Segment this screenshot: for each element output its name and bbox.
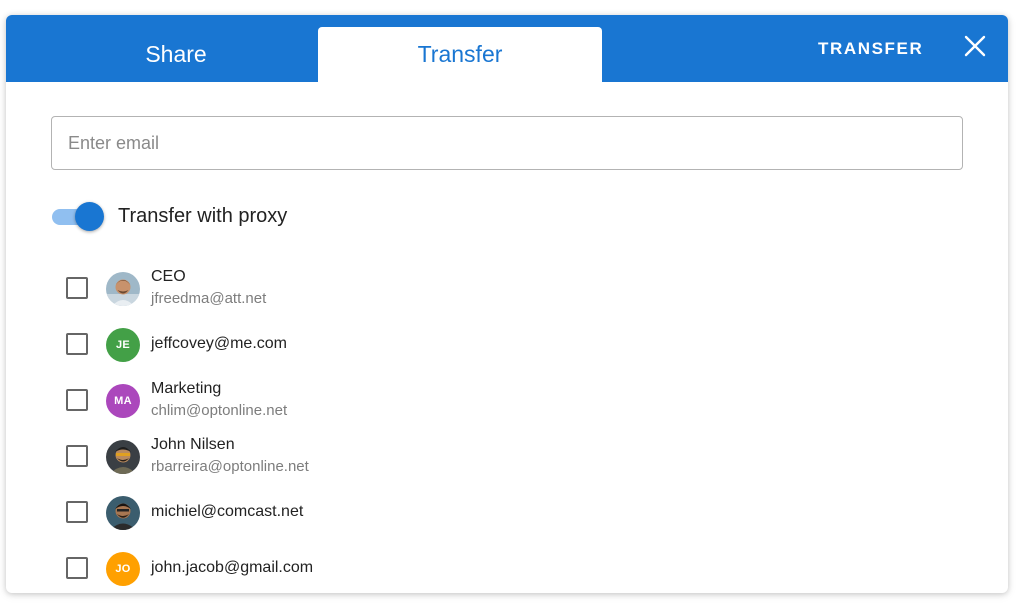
avatar: [106, 272, 140, 306]
avatar: MA: [106, 384, 140, 418]
close-icon: [964, 35, 986, 57]
contact-checkbox[interactable]: [66, 389, 88, 411]
contact-text: John Nilsen rbarreira@optonline.net: [151, 435, 309, 477]
person-photo-icon: [106, 440, 140, 474]
contact-checkbox[interactable]: [66, 557, 88, 579]
contact-text: john.jacob@gmail.com: [151, 558, 313, 578]
proxy-toggle-label: Transfer with proxy: [118, 204, 288, 227]
contact-list: CEO jfreedma@att.net JE jeffcovey@me.com…: [6, 258, 1008, 593]
tab-share[interactable]: Share: [34, 27, 318, 82]
contact-text: jeffcovey@me.com: [151, 334, 287, 354]
contact-checkbox[interactable]: [66, 333, 88, 355]
person-photo-icon: [106, 496, 140, 530]
close-button[interactable]: [960, 31, 990, 61]
contact-checkbox[interactable]: [66, 445, 88, 467]
contact-row[interactable]: JO john.jacob@gmail.com: [6, 538, 1008, 593]
proxy-toggle[interactable]: [51, 200, 105, 232]
transfer-dialog: Share Transfer TRANSFER Transfer with pr…: [6, 15, 1008, 593]
contact-row[interactable]: MA Marketing chlim@optonline.net: [6, 370, 1008, 426]
contact-email: michiel@comcast.net: [151, 503, 304, 520]
proxy-toggle-row: Transfer with proxy: [51, 200, 287, 232]
contact-email: rbarreira@optonline.net: [151, 458, 309, 475]
email-input[interactable]: [51, 116, 963, 170]
contact-name: CEO: [151, 268, 186, 285]
contact-email: john.jacob@gmail.com: [151, 559, 314, 576]
contact-row[interactable]: CEO jfreedma@att.net: [6, 258, 1008, 314]
contact-checkbox[interactable]: [66, 277, 88, 299]
dialog-header: Share Transfer TRANSFER: [6, 15, 1008, 82]
contact-email: jeffcovey@me.com: [151, 335, 287, 352]
person-photo-icon: [106, 272, 140, 306]
contact-row[interactable]: John Nilsen rbarreira@optonline.net: [6, 426, 1008, 482]
contact-text: CEO jfreedma@att.net: [151, 267, 266, 309]
avatar: JE: [106, 328, 140, 362]
avatar: [106, 496, 140, 530]
tab-transfer[interactable]: Transfer: [318, 27, 602, 82]
contact-text: michiel@comcast.net: [151, 502, 303, 522]
contact-row[interactable]: JE jeffcovey@me.com: [6, 314, 1008, 370]
transfer-button[interactable]: TRANSFER: [808, 31, 933, 67]
contact-text: Marketing chlim@optonline.net: [151, 379, 287, 421]
toggle-thumb: [75, 202, 104, 231]
contact-email: jfreedma@att.net: [151, 290, 267, 307]
avatar: [106, 440, 140, 474]
contact-name: John Nilsen: [151, 436, 235, 453]
avatar: JO: [106, 552, 140, 586]
contact-row[interactable]: michiel@comcast.net: [6, 482, 1008, 538]
contact-email: chlim@optonline.net: [151, 402, 288, 419]
contact-name: Marketing: [151, 380, 222, 397]
contact-checkbox[interactable]: [66, 501, 88, 523]
